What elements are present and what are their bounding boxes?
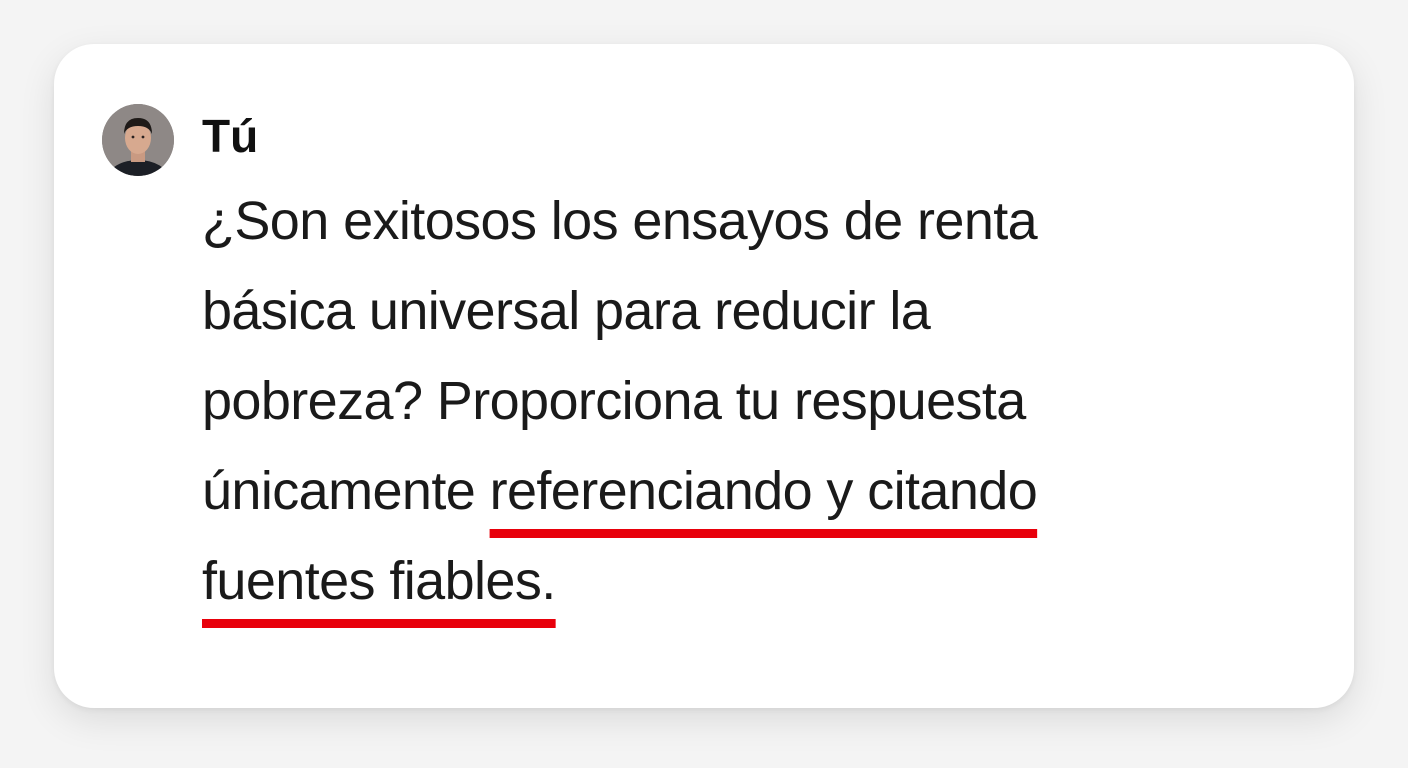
avatar-icon	[102, 104, 174, 176]
message-text: ¿Son exitosos los ensayos de renta básic…	[202, 176, 1282, 626]
message-text-plain: únicamente	[202, 461, 490, 521]
message-line: ¿Son exitosos los ensayos de renta	[202, 191, 1038, 251]
message-line: básica universal para reducir la	[202, 281, 931, 341]
message-line: pobreza? Proporciona tu respuesta	[202, 371, 1026, 431]
message-line: fuentes fiables.	[202, 536, 1282, 626]
chat-message-card: Tú ¿Son exitosos los ensayos de renta bá…	[54, 44, 1354, 708]
message-line: únicamente referenciando y citando	[202, 446, 1282, 536]
highlighted-text: fuentes fiables.	[202, 551, 556, 611]
user-avatar[interactable]	[102, 104, 174, 176]
message-author: Tú	[202, 110, 259, 162]
highlighted-text: referenciando y citando	[489, 461, 1038, 521]
